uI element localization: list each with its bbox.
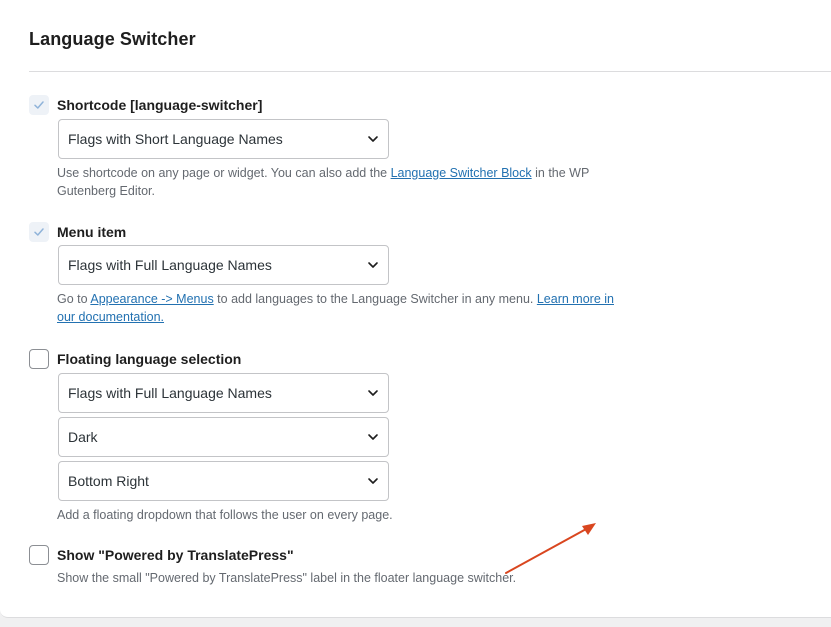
menu-item-format-value: Flags with Full Language Names	[68, 257, 272, 273]
powered-by-label: Show "Powered by TranslatePress"	[57, 547, 294, 563]
floating-format-value: Flags with Full Language Names	[68, 385, 272, 401]
menu-item-section: Menu item Flags with Full Language Names…	[29, 222, 627, 326]
menu-item-format-select[interactable]: Flags with Full Language Names	[58, 245, 389, 285]
chevron-down-icon	[368, 478, 378, 484]
floating-checkbox[interactable]	[29, 349, 49, 369]
check-icon	[34, 228, 44, 236]
powered-by-checkbox[interactable]	[29, 545, 49, 565]
menu-item-help: Go to Appearance -> Menus to add languag…	[57, 290, 627, 326]
appearance-menus-link[interactable]: Appearance -> Menus	[90, 292, 213, 306]
menu-item-help-middle: to add languages to the Language Switche…	[213, 292, 537, 306]
menu-item-label: Menu item	[57, 224, 127, 240]
check-icon	[34, 101, 44, 109]
annotation-arrow-icon	[505, 523, 596, 574]
shortcode-help-text: Use shortcode on any page or widget. You…	[57, 166, 391, 180]
floating-position-value: Bottom Right	[68, 473, 149, 489]
chevron-down-icon	[368, 262, 378, 268]
floating-theme-select[interactable]: Dark	[58, 417, 389, 457]
shortcode-checkbox[interactable]	[29, 95, 49, 115]
page-title: Language Switcher	[29, 29, 196, 49]
menu-item-checkbox[interactable]	[29, 222, 49, 242]
shortcode-format-value: Flags with Short Language Names	[68, 131, 283, 147]
chevron-down-icon	[368, 136, 378, 142]
floating-format-select[interactable]: Flags with Full Language Names	[58, 373, 389, 413]
shortcode-help: Use shortcode on any page or widget. You…	[57, 164, 627, 200]
settings-panel: Language Switcher Shortcode [language-sw…	[0, 0, 831, 618]
floating-theme-value: Dark	[68, 429, 98, 445]
floating-label: Floating language selection	[57, 351, 242, 367]
shortcode-label: Shortcode [language-switcher]	[57, 97, 263, 113]
chevron-down-icon	[368, 390, 378, 396]
language-switcher-block-link[interactable]: Language Switcher Block	[391, 166, 532, 180]
shortcode-section: Shortcode [language-switcher] Flags with…	[29, 95, 627, 200]
menu-item-help-text: Go to	[57, 292, 91, 306]
chevron-down-icon	[368, 434, 378, 440]
floating-position-select[interactable]: Bottom Right	[58, 461, 389, 501]
divider	[29, 71, 831, 72]
floating-section: Floating language selection Flags with F…	[29, 349, 627, 524]
shortcode-format-select[interactable]: Flags with Short Language Names	[58, 119, 389, 159]
